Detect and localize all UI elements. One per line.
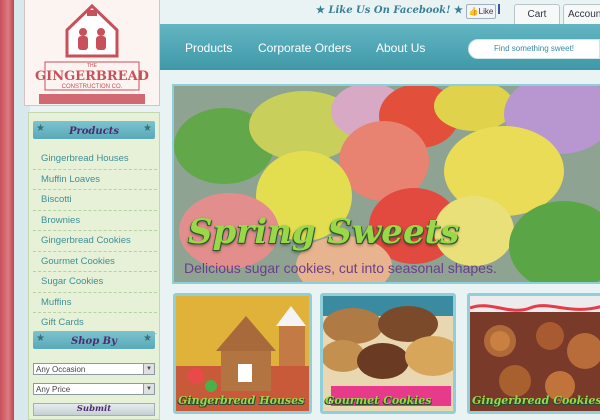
- tile-gingerbread-cookies[interactable]: Gingerbread Cookies: [467, 293, 600, 414]
- star-icon: ★: [36, 123, 45, 134]
- divider: [498, 4, 500, 14]
- sidebar: ★ Products ★ Gingerbread Houses Muffin L…: [28, 112, 160, 420]
- nav-products[interactable]: Products: [185, 41, 232, 55]
- tile-gingerbread-houses[interactable]: Gingerbread Houses: [173, 293, 312, 414]
- occasion-select[interactable]: Any Occasion ▼: [33, 363, 155, 375]
- thumbs-up-icon: 👍: [468, 7, 479, 16]
- submit-button[interactable]: Submit: [33, 403, 155, 416]
- search-input[interactable]: Find something sweet!: [468, 39, 600, 59]
- chevron-down-icon: ▼: [143, 364, 154, 374]
- star-icon: ★: [143, 333, 152, 344]
- sidebar-item-muffins[interactable]: Muffins: [33, 293, 157, 313]
- hero-subtitle: Delicious sugar cookies, cut into season…: [184, 260, 497, 276]
- logo-text-main: GINGERBREAD: [35, 69, 149, 84]
- sidebar-item-gingerbread-cookies[interactable]: Gingerbread Cookies: [33, 231, 157, 252]
- sidebar-item-brownies[interactable]: Brownies: [33, 211, 157, 231]
- shopby-heading: ★ Shop By ★: [33, 331, 155, 349]
- tile-label: Gingerbread Houses: [178, 394, 305, 407]
- product-list: Gingerbread Houses Muffin Loaves Biscott…: [33, 149, 157, 334]
- sidebar-item-gingerbread-houses[interactable]: Gingerbread Houses: [33, 149, 157, 170]
- sidebar-item-biscotti[interactable]: Biscotti: [33, 190, 157, 211]
- products-heading: ★ Products ★: [33, 121, 155, 139]
- cookie-image: [174, 86, 600, 282]
- logo-text-sub: CONSTRUCTION CO.: [62, 84, 123, 90]
- logo-house-icon: THE GINGERBREAD CONSTRUCTION CO.: [35, 3, 149, 104]
- sidebar-item-gourmet-cookies[interactable]: Gourmet Cookies: [33, 252, 157, 272]
- chevron-down-icon: ▼: [143, 384, 154, 394]
- account-button[interactable]: Account: [563, 4, 600, 26]
- price-value: Any Price: [36, 385, 71, 394]
- tile-label: Gingerbread Cookies: [472, 394, 600, 407]
- tile-gourmet-cookies[interactable]: Gourmet Cookies: [320, 293, 456, 414]
- products-heading-text: Products: [68, 126, 120, 137]
- hero-banner[interactable]: Spring Sweets Delicious sugar cookies, c…: [172, 84, 600, 284]
- tile-label: Gourmet Cookies: [325, 394, 432, 407]
- sidebar-item-muffin-loaves[interactable]: Muffin Loaves: [33, 170, 157, 190]
- left-decorative-stripe: [0, 0, 14, 420]
- facebook-like-button[interactable]: 👍Like: [466, 4, 496, 19]
- occasion-value: Any Occasion: [36, 365, 86, 374]
- facebook-promo-text: Like Us On Facebook!: [328, 5, 451, 16]
- shopby-heading-text: Shop By: [71, 336, 117, 347]
- brand-logo[interactable]: THE GINGERBREAD CONSTRUCTION CO.: [24, 0, 160, 106]
- price-select[interactable]: Any Price ▼: [33, 383, 155, 395]
- nav-about-us[interactable]: About Us: [376, 41, 425, 55]
- hero-title: Spring Sweets: [188, 212, 460, 252]
- star-icon: ★: [36, 333, 45, 344]
- like-label: Like: [478, 7, 494, 16]
- star-icon: ★: [143, 123, 152, 134]
- facebook-promo[interactable]: ★ Like Us On Facebook! ★: [316, 5, 463, 16]
- star-icon: ★: [316, 5, 325, 16]
- nav-corporate-orders[interactable]: Corporate Orders: [258, 41, 351, 55]
- cart-button[interactable]: Cart: [514, 4, 560, 26]
- sidebar-item-sugar-cookies[interactable]: Sugar Cookies: [33, 272, 157, 293]
- star-icon: ★: [453, 5, 463, 16]
